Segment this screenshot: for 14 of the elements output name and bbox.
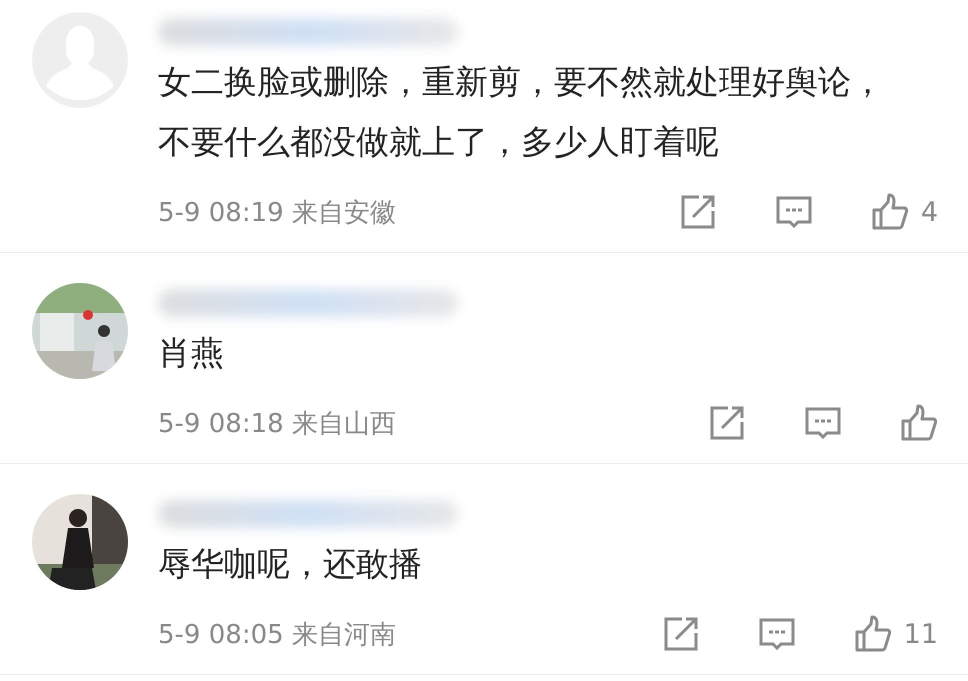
share-icon[interactable] xyxy=(708,404,746,442)
comment-text: 辱华咖呢，还敢播 xyxy=(158,543,423,585)
thumbs-up-icon[interactable] xyxy=(854,615,892,653)
like-count: 4 xyxy=(920,196,938,228)
share-icon[interactable] xyxy=(662,615,700,653)
comment-time: 5-9 08:19 来自安徽 xyxy=(158,196,397,230)
thumbs-up-icon[interactable] xyxy=(900,404,938,442)
share-icon[interactable] xyxy=(678,193,717,231)
comment-time: 5-9 08:18 来自山西 xyxy=(158,408,397,440)
like-count: 11 xyxy=(904,618,938,650)
thumbs-up-icon[interactable] xyxy=(870,193,909,231)
comment-time: 5-9 08:05 来自河南 xyxy=(158,618,397,652)
comment-text: 肖燕 xyxy=(158,332,225,374)
comment-text: 女二换脸或删除，重新剪，要不然就处理好舆论，不要什么都没做就上了，多少人盯着呢 xyxy=(158,61,885,163)
